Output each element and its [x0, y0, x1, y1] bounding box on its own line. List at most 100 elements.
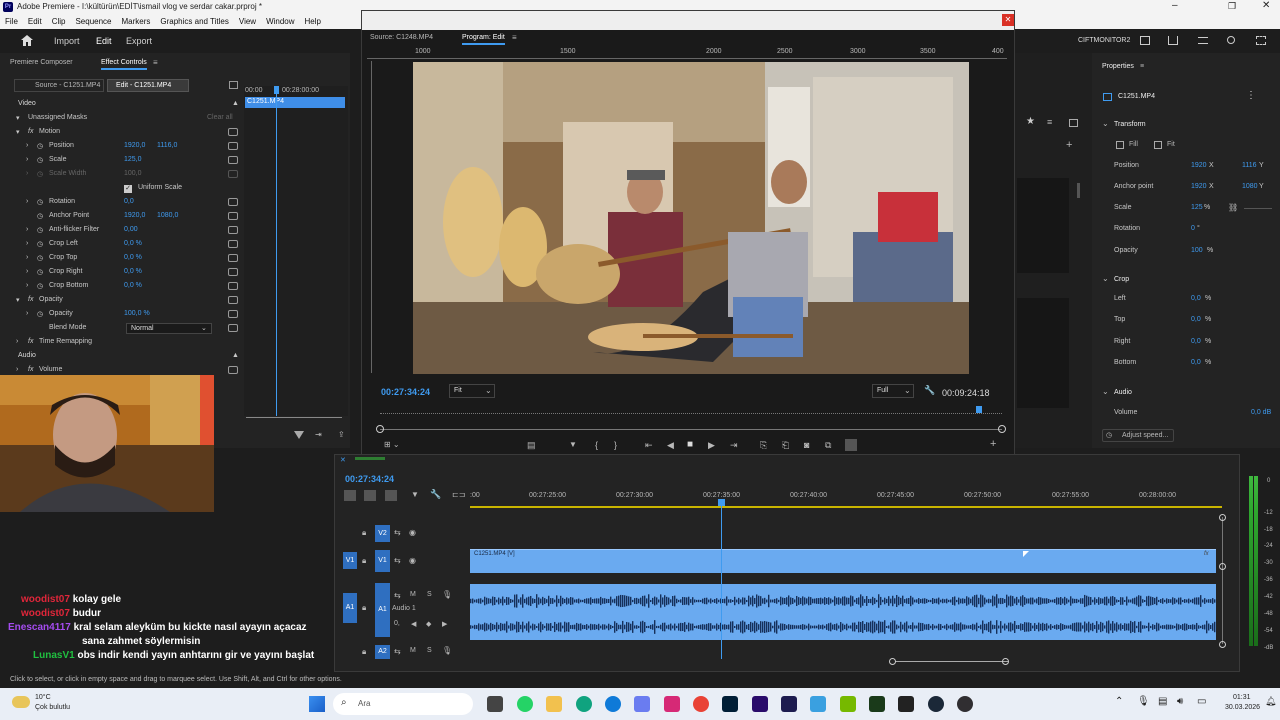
anchor-y-value[interactable]: 1080,0	[157, 212, 178, 219]
transform-expand-icon[interactable]: ⌄	[1102, 119, 1109, 128]
app-icon[interactable]	[810, 696, 826, 712]
steam-icon[interactable]	[928, 696, 944, 712]
reset-icon[interactable]	[228, 282, 238, 290]
clock-time[interactable]: 01:31	[1233, 694, 1251, 701]
vscroll-handle[interactable]	[1219, 641, 1226, 648]
edge-icon[interactable]	[605, 696, 621, 712]
start-button[interactable]	[309, 696, 325, 712]
linked-selection-icon[interactable]	[364, 490, 376, 501]
hscroll-handle[interactable]	[889, 658, 896, 665]
sync-icon[interactable]: ⇆	[394, 528, 401, 537]
prop-crop-bottom-value[interactable]: 0,0	[1191, 359, 1201, 366]
eye-icon[interactable]: ◉	[409, 528, 416, 537]
nvidia-icon[interactable]	[840, 696, 856, 712]
audio-expand-icon[interactable]: ⌄	[1102, 387, 1109, 396]
mini-clip-bar[interactable]: C1251.MP4	[245, 97, 345, 108]
battery-icon[interactable]: ▭	[1197, 696, 1206, 707]
reset-icon[interactable]	[228, 324, 238, 332]
crop-left-value[interactable]: 0,0 %	[124, 240, 142, 247]
expand-icon[interactable]: ›	[16, 366, 18, 373]
sync-icon[interactable]: ⇆	[394, 556, 401, 565]
lock-icon[interactable]: 🔒︎	[362, 556, 366, 566]
program-video-frame[interactable]	[413, 62, 969, 374]
reset-icon[interactable]	[228, 240, 238, 248]
timeline-playhead-handle[interactable]	[718, 499, 725, 506]
file-explorer-icon[interactable]	[546, 696, 562, 712]
timeline-tab[interactable]	[355, 457, 385, 460]
crop-right-value[interactable]: 0,0 %	[124, 268, 142, 275]
network-icon[interactable]: ▤	[1158, 696, 1167, 707]
scroll-handle-right[interactable]	[998, 425, 1006, 433]
program-timecode[interactable]: 00:27:34:24	[381, 387, 430, 397]
expand-icon[interactable]: ›	[16, 338, 18, 345]
quality-dropdown[interactable]: Full ⌄	[872, 384, 914, 398]
menu-clip[interactable]: Clip	[47, 14, 71, 26]
track-a1-target[interactable]: A1	[375, 583, 390, 637]
stopwatch-icon[interactable]: ◷	[37, 240, 43, 248]
export-icon[interactable]: ⇪	[338, 430, 345, 439]
timeline-playhead[interactable]	[721, 499, 722, 659]
play-audio-icon[interactable]: ⇥	[315, 430, 322, 439]
position-y-value[interactable]: 1116,0	[157, 142, 177, 149]
crop-expand-icon[interactable]: ⌄	[1102, 274, 1109, 283]
keyframe-prev-icon[interactable]: ◀	[411, 620, 416, 628]
prop-anchor-y[interactable]: 1080	[1242, 183, 1258, 190]
vscroll-handle[interactable]	[1219, 514, 1226, 521]
expand-icon[interactable]: ›	[26, 198, 28, 205]
close-window-button[interactable]: ✕	[1262, 0, 1270, 11]
reset-icon[interactable]	[228, 156, 238, 164]
eye-icon[interactable]: ◉	[409, 556, 416, 565]
menu-window[interactable]: Window	[261, 14, 299, 26]
lock-icon[interactable]: 🔒︎	[362, 603, 366, 613]
step-back-icon[interactable]: ◀	[667, 440, 674, 451]
panel-toggle-icon[interactable]	[229, 81, 238, 89]
adjust-speed-button[interactable]: ◷ Adjust speed...	[1102, 429, 1174, 442]
keyframe-next-icon[interactable]: ▶	[442, 620, 447, 628]
list-icon[interactable]: ≡	[1047, 117, 1052, 127]
program-monitor-tab[interactable]: Program: Edit	[462, 34, 505, 45]
timeline-tab-close[interactable]: ✕	[340, 456, 346, 464]
volume-icon[interactable]: 🔊︎	[1177, 696, 1183, 707]
add-icon[interactable]: +	[1066, 139, 1072, 151]
mark-out-icon[interactable]: }	[614, 440, 617, 450]
prop-opacity-value[interactable]: 100	[1191, 247, 1203, 254]
whatsapp-icon[interactable]	[517, 696, 533, 712]
lock-icon[interactable]: 🔒︎	[362, 647, 366, 657]
properties-menu-icon[interactable]: ≡	[1140, 63, 1144, 70]
link-icon[interactable]: ⛓	[1228, 203, 1238, 212]
mute-button[interactable]: M	[410, 647, 416, 654]
program-menu-icon[interactable]: ≡	[512, 33, 517, 42]
work-area-bar[interactable]	[470, 506, 1222, 508]
expand-icon[interactable]: ›	[26, 240, 28, 247]
expand-icon[interactable]: ›	[26, 310, 28, 317]
prop-scale-value[interactable]: 125	[1191, 204, 1203, 211]
edit-tab[interactable]: Edit	[96, 36, 112, 46]
panel-icon[interactable]	[1140, 36, 1150, 45]
expand-motion-icon[interactable]: ▾	[16, 128, 20, 136]
track-a2-target[interactable]: A2	[375, 645, 390, 659]
tab-menu-icon[interactable]: ≡	[153, 58, 158, 67]
camera-icon[interactable]: ◙	[804, 440, 809, 450]
mic-icon[interactable]: 🎙︎	[442, 646, 452, 655]
anchor-x-value[interactable]: 1920,0	[124, 212, 145, 219]
epic-games-icon[interactable]	[898, 696, 914, 712]
scale-value[interactable]: 125,0	[124, 156, 142, 163]
reset-icon[interactable]	[228, 254, 238, 262]
crop-bottom-value[interactable]: 0,0 %	[124, 282, 142, 289]
prop-rotation-value[interactable]: 0	[1191, 225, 1195, 232]
timeline-hscroll[interactable]	[895, 661, 1008, 662]
insert-icon[interactable]: ⎘	[760, 440, 767, 451]
antiflicker-value[interactable]: 0,00	[124, 226, 138, 233]
source-clip-tab[interactable]: Source - C1251.MP4	[14, 79, 104, 92]
add-marker-tool-icon[interactable]	[385, 490, 397, 501]
seq-clip-tab[interactable]: Edit - C1251.MP4	[107, 79, 189, 92]
obs-icon[interactable]	[957, 696, 973, 712]
monitor-time-ruler[interactable]	[380, 408, 1002, 414]
menu-lines-icon[interactable]	[1198, 37, 1208, 44]
fit-icon[interactable]	[1154, 141, 1162, 149]
expand-icon[interactable]: ▾	[16, 114, 20, 122]
uniform-scale-checkbox[interactable]: ✓	[124, 185, 132, 193]
stopwatch-icon[interactable]: ◷	[37, 212, 43, 220]
instagram-icon[interactable]	[664, 696, 680, 712]
blend-mode-select[interactable]: Normal ⌄	[126, 323, 212, 334]
